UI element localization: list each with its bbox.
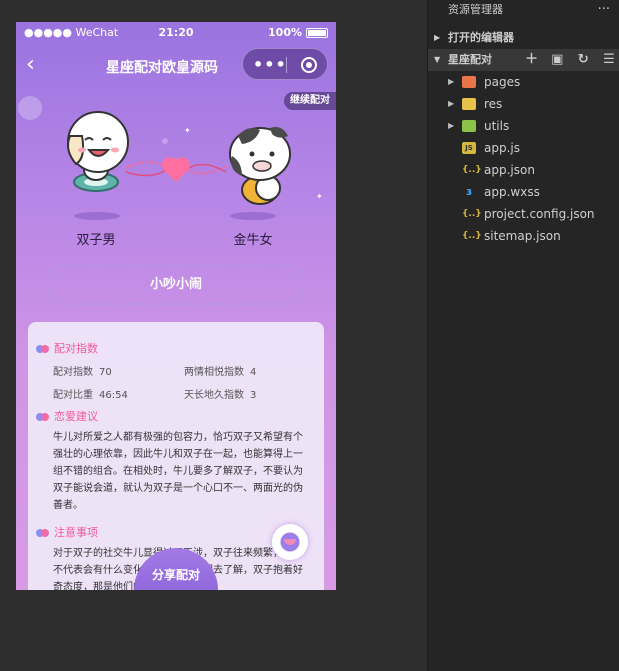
character-shadow xyxy=(74,212,120,220)
section-title-index: 配对指数 xyxy=(36,340,98,356)
folder-icon xyxy=(462,98,476,110)
collapse-all-icon[interactable]: ☰ xyxy=(598,49,619,71)
stat-value: 70 xyxy=(99,367,112,378)
section-dots-icon xyxy=(36,345,50,353)
new-folder-icon[interactable]: ▣ xyxy=(546,49,568,71)
stat-value: 4 xyxy=(250,367,257,378)
css-file-icon: ɜ xyxy=(466,185,472,198)
section-title-text: 注意事项 xyxy=(54,526,98,539)
left-sign-name: 双子男 xyxy=(76,233,116,248)
continue-match-button[interactable]: 继续配对 xyxy=(284,92,336,110)
battery-percent: 100% xyxy=(268,26,302,39)
back-icon[interactable]: ‹ xyxy=(26,54,35,76)
chevron-right-icon: ▶ xyxy=(448,77,455,86)
stat-item: 配对指数 70 xyxy=(53,363,112,378)
tree-item-label: utils xyxy=(484,119,510,133)
close-mini-program-icon[interactable] xyxy=(301,57,317,73)
more-icon[interactable]: ••• xyxy=(253,55,287,74)
taurus-girl-illustration xyxy=(229,127,291,205)
json-file-icon: {..} xyxy=(462,165,482,175)
section-title-advice: 恋爱建议 xyxy=(36,408,98,424)
tree-item-utils[interactable]: ▶ utils xyxy=(428,115,619,137)
explorer-actions: ＋ ▣ ↻ ☰ xyxy=(520,49,619,71)
stat-item: 配对比重 46:54 xyxy=(53,386,128,401)
stat-item: 两情相悦指数 4 xyxy=(184,363,256,378)
refresh-icon[interactable]: ↻ xyxy=(572,49,594,71)
section-dots-icon xyxy=(36,529,50,537)
stat-label: 两情相悦指数 xyxy=(184,367,244,378)
tree-item-res[interactable]: ▶ res xyxy=(428,93,619,115)
phone-simulator: ●●●●● WeChat 21:20 100% ‹ 星座配对欧皇源码 ••• 继… xyxy=(16,22,336,590)
tree-item-sitemap[interactable]: {..} sitemap.json xyxy=(428,225,619,247)
tree-item-pages[interactable]: ▶ pages xyxy=(428,71,619,93)
open-editors-label: 打开的编辑器 xyxy=(448,31,514,44)
stat-value: 3 xyxy=(250,390,257,401)
heart-icon xyxy=(126,157,226,182)
tree-item-label: app.js xyxy=(484,141,520,155)
tree-item-label: pages xyxy=(484,75,521,89)
section-title-text: 恋爱建议 xyxy=(54,410,98,423)
mini-program-capsule: ••• xyxy=(242,48,328,80)
chevron-down-icon: ▼ xyxy=(434,55,441,64)
battery-icon xyxy=(306,28,328,38)
chevron-right-icon: ▶ xyxy=(448,99,455,108)
section-dots-icon xyxy=(36,413,50,421)
stat-label: 配对比重 xyxy=(53,390,93,401)
tree-item-project-config[interactable]: {..} project.config.json xyxy=(428,203,619,225)
stat-label: 配对指数 xyxy=(53,367,93,378)
right-sign-name: 金牛女 xyxy=(233,233,273,248)
tree-item-app-wxss[interactable]: ɜ app.wxss xyxy=(428,181,619,203)
status-bar: ●●●●● WeChat 21:20 100% xyxy=(16,22,336,44)
stat-value: 46:54 xyxy=(99,390,128,401)
explorer-title: 资源管理器 xyxy=(448,3,503,16)
tree-item-label: project.config.json xyxy=(484,207,595,221)
project-section[interactable]: ▼ 星座配对 ＋ ▣ ↻ ☰ xyxy=(428,49,619,71)
chevron-right-icon: ▶ xyxy=(434,33,441,42)
folder-icon xyxy=(462,76,476,88)
match-result-tag: 小吵小闹 xyxy=(50,265,302,305)
tree-item-label: app.json xyxy=(484,163,535,177)
ellipsis-icon[interactable]: ··· xyxy=(598,0,610,20)
tree-item-label: res xyxy=(484,97,503,111)
project-name: 星座配对 xyxy=(448,53,492,66)
advice-text: 牛儿对所爱之人都有极强的包容力，恰巧双子又希望有个强壮的心理依靠，因此牛儿和双子… xyxy=(53,432,303,511)
stat-item: 天长地久指数 3 xyxy=(184,386,256,401)
decor-bubble xyxy=(162,138,168,144)
section-title-notes: 注意事项 xyxy=(36,524,98,540)
section-title-text: 配对指数 xyxy=(54,342,98,355)
capsule-divider xyxy=(286,57,287,73)
json-file-icon: {..} xyxy=(462,209,482,219)
open-editors-section[interactable]: ▶ 打开的编辑器 xyxy=(428,27,619,49)
sparkle-icon: ✦ xyxy=(184,126,191,135)
folder-icon xyxy=(462,120,476,132)
explorer-header: 资源管理器 ··· xyxy=(428,0,619,22)
tree-item-app-js[interactable]: JS app.js xyxy=(428,137,619,159)
tree-item-label: sitemap.json xyxy=(484,229,561,243)
js-file-icon: JS xyxy=(462,142,476,154)
character-shadow xyxy=(230,212,276,220)
tree-item-label: app.wxss xyxy=(484,185,540,199)
new-file-icon[interactable]: ＋ xyxy=(520,49,542,71)
chevron-right-icon: ▶ xyxy=(448,121,455,130)
stat-label: 天长地久指数 xyxy=(184,390,244,401)
sparkle-icon: ✦ xyxy=(316,192,323,201)
file-explorer: 资源管理器 ··· ▶ 打开的编辑器 ▼ 星座配对 ＋ ▣ ↻ ☰ ▶ page… xyxy=(427,0,619,671)
tree-item-app-json[interactable]: {..} app.json xyxy=(428,159,619,181)
floating-avatar-button[interactable] xyxy=(272,524,308,560)
decor-bubble xyxy=(18,96,42,120)
json-file-icon: {..} xyxy=(462,231,482,241)
nav-bar: ‹ 星座配对欧皇源码 ••• xyxy=(16,44,336,88)
page-title: 星座配对欧皇源码 xyxy=(106,60,218,76)
